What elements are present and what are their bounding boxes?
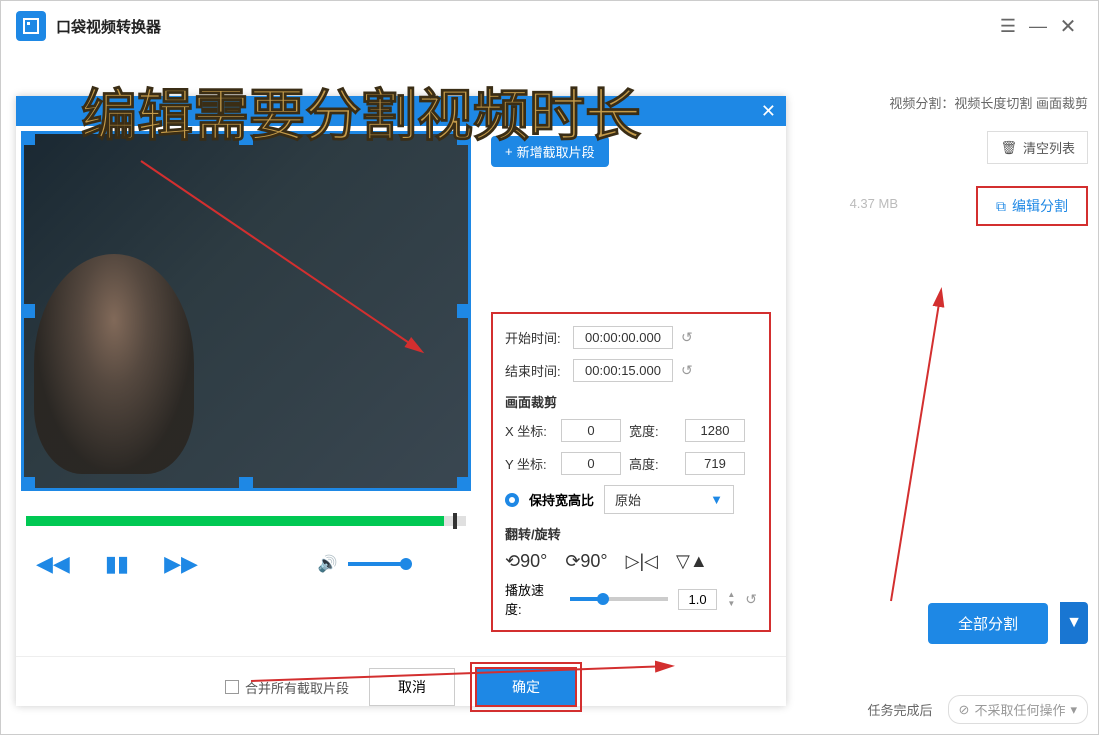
add-segment-button[interactable]: + 新增截取片段 [491,136,609,167]
settings-box: 开始时间: 00:00:00.000 ↺ 结束时间: 00:00:15.000 … [491,312,771,632]
reset-icon[interactable]: ↺ [745,591,757,608]
x-input[interactable]: 0 [561,419,621,442]
reset-icon[interactable]: ↺ [681,362,693,379]
height-input[interactable]: 719 [685,452,745,475]
post-action-select[interactable]: ⊘ 不采取任何操作 ▾ [948,695,1088,724]
edit-dialog: ✕ ◀◀ ▮▮ ▶▶ � [16,96,786,706]
height-label: 高度: [629,454,677,473]
confirm-button[interactable]: 确定 [475,667,577,707]
forward-icon[interactable]: ▶▶ [164,551,198,577]
keep-ratio-radio[interactable] [505,493,519,507]
crop-handle[interactable] [21,477,35,491]
x-label: X 坐标: [505,421,553,440]
end-time-label: 结束时间: [505,361,565,380]
width-input[interactable]: 1280 [685,419,745,442]
keep-ratio-label: 保持宽高比 [529,490,594,509]
pause-icon[interactable]: ▮▮ [105,551,129,577]
dialog-header: ✕ [16,96,786,126]
edit-split-button[interactable]: ⧉ 编辑分割 [976,186,1088,226]
ratio-select[interactable]: 原始 ▼ [604,485,734,514]
speed-thumb[interactable] [597,593,609,605]
crop-handle[interactable] [457,131,471,145]
timeline[interactable] [26,516,466,526]
flip-horizontal-icon[interactable]: ▷|◁ [626,551,658,572]
checkbox-icon[interactable] [225,680,239,694]
file-size-label: 4.37 MB [850,196,898,211]
crop-handle[interactable] [457,477,471,491]
crop-handle[interactable] [239,131,253,145]
reset-icon[interactable]: ↺ [681,329,693,346]
dialog-footer: 合并所有截取片段 取消 确定 [16,656,786,717]
cancel-button[interactable]: 取消 [369,668,455,706]
split-all-dropdown[interactable]: ▼ [1060,602,1088,644]
trash-icon: 🗑 [1000,140,1017,156]
y-input[interactable]: 0 [561,452,621,475]
flip-vertical-icon[interactable]: ▽▲ [676,551,708,572]
plus-icon: + [505,144,513,159]
speed-slider[interactable] [570,597,668,601]
y-label: Y 坐标: [505,454,553,473]
flip-title: 翻转/旋转 [505,524,757,543]
end-time-input[interactable]: 00:00:15.000 [573,359,673,382]
volume-icon[interactable]: 🔊 [318,554,338,574]
task-complete-label: 任务完成后 [868,700,933,719]
speed-label: 播放速度: [505,580,560,618]
menu-icon[interactable]: ☰ [993,11,1023,41]
crop-handle[interactable] [239,477,253,491]
rotate-right-icon[interactable]: ⟳90° [565,551,607,572]
minimize-icon[interactable]: — [1023,11,1053,41]
split-icon: ⧉ [996,198,1006,215]
bottom-status: 任务完成后 ⊘ 不采取任何操作 ▾ [868,695,1088,724]
volume-slider[interactable] [348,562,408,566]
rotate-left-icon[interactable]: ⟲90° [505,551,547,572]
chevron-down-icon: ▼ [710,492,723,507]
clear-list-button[interactable]: 🗑 清空列表 [987,131,1088,164]
volume-control: 🔊 [318,554,408,574]
app-icon [16,11,46,41]
chevron-down-icon: ▾ [1070,702,1077,718]
crop-handle[interactable] [457,304,471,318]
crop-title: 画面裁剪 [505,392,757,411]
timeline-handle[interactable] [453,513,457,529]
titlebar: 口袋视频转换器 ☰ — ✕ [1,1,1098,51]
split-info-text: 视频分割：视频长度切割 画面裁剪 [889,93,1088,112]
merge-checkbox[interactable]: 合并所有截取片段 [225,678,349,697]
settings-pane: + 新增截取片段 开始时间: 00:00:00.000 ↺ 结束时间: 00:0… [476,126,786,656]
crop-handle[interactable] [21,304,35,318]
timeline-fill [26,516,444,526]
start-time-input[interactable]: 00:00:00.000 [573,326,673,349]
app-title: 口袋视频转换器 [56,16,161,37]
playback-controls: ◀◀ ▮▮ ▶▶ 🔊 [16,536,476,592]
video-preview[interactable] [21,131,471,491]
speed-input[interactable]: 1.0 [678,589,718,610]
forbid-icon: ⊘ [959,702,970,718]
width-label: 宽度: [629,421,677,440]
start-time-label: 开始时间: [505,328,565,347]
volume-thumb[interactable] [400,558,412,570]
crop-handle[interactable] [21,131,35,145]
video-content [34,254,194,474]
speed-stepper[interactable]: ▲▼ [727,590,735,608]
preview-pane: ◀◀ ▮▮ ▶▶ 🔊 [16,126,476,656]
close-icon[interactable]: ✕ [1053,11,1083,41]
dialog-close-icon[interactable]: ✕ [761,101,776,122]
split-all-button[interactable]: 全部分割 [928,603,1048,644]
rewind-icon[interactable]: ◀◀ [36,551,70,577]
